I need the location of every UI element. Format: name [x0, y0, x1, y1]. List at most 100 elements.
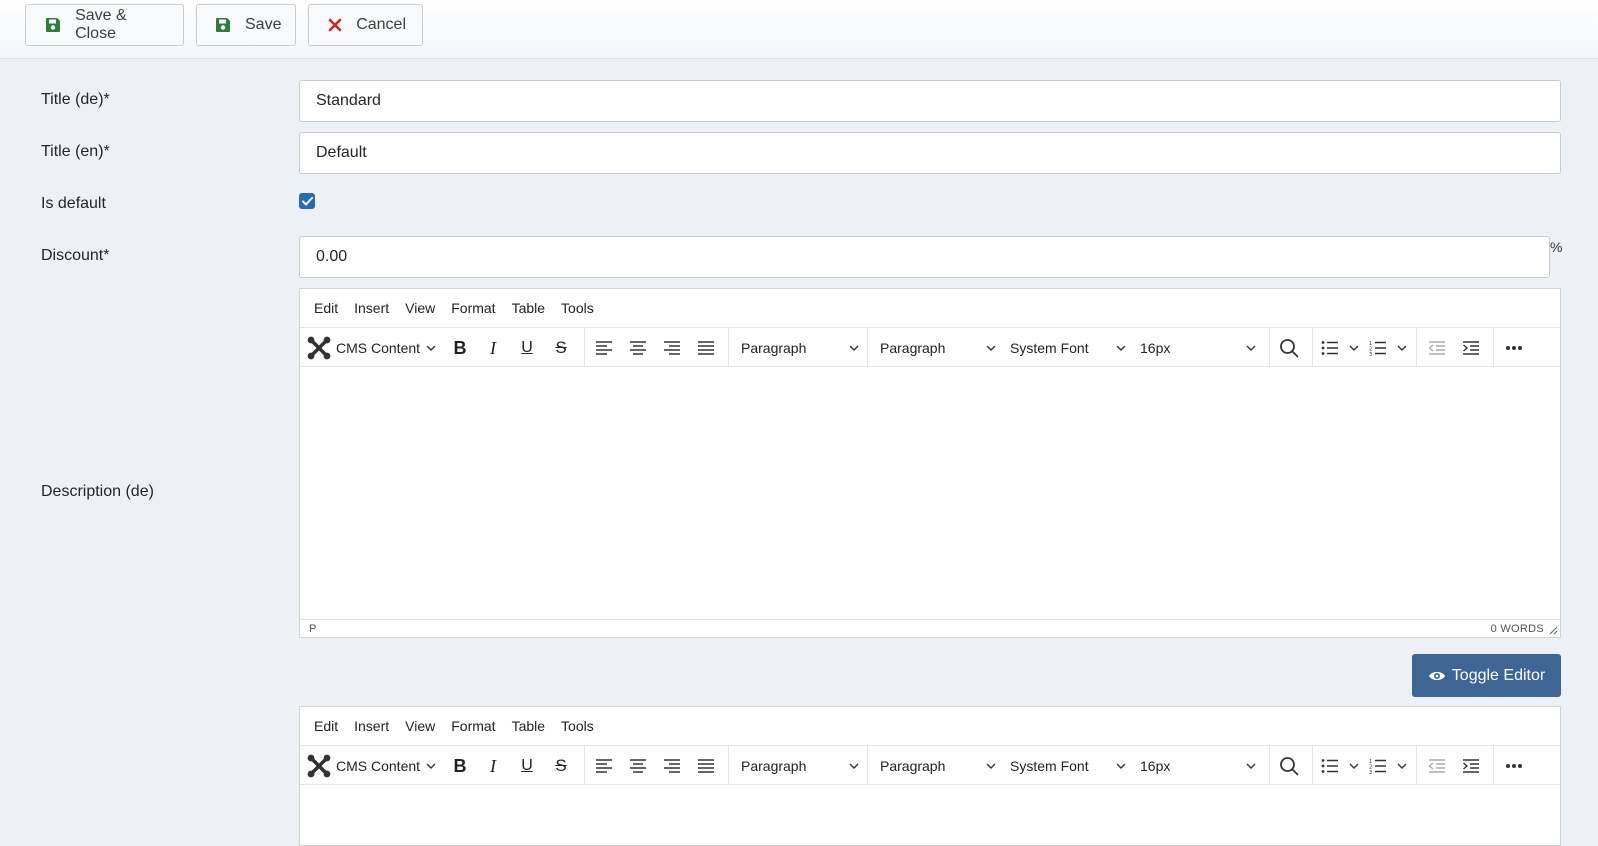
align-center-button[interactable]	[625, 335, 651, 361]
menu-insert[interactable]: Insert	[354, 300, 389, 316]
cms-content-dropdown[interactable]: CMS Content	[306, 746, 438, 785]
element-path[interactable]: P	[309, 623, 316, 635]
align-justify-icon	[698, 759, 714, 773]
font-size-dropdown[interactable]: 16px	[1140, 328, 1258, 367]
cancel-button[interactable]: Cancel	[308, 4, 423, 46]
chevron-down-icon	[1397, 345, 1407, 351]
outdent-button[interactable]	[1424, 335, 1450, 361]
outdent-icon	[1428, 759, 1445, 773]
italic-icon: I	[490, 337, 496, 358]
indent-icon	[1463, 759, 1479, 773]
chevron-down-icon	[986, 763, 996, 769]
bullet-list-button[interactable]	[1321, 746, 1361, 785]
underline-icon: U	[521, 757, 533, 774]
menu-edit[interactable]: Edit	[314, 300, 338, 316]
more-horizontal-icon	[1506, 346, 1522, 350]
description-de-label: Description (de)	[41, 483, 154, 500]
align-right-button[interactable]	[659, 753, 685, 779]
bold-icon: B	[453, 755, 467, 776]
chevron-down-icon	[986, 345, 996, 351]
numbered-list-button[interactable]: 123	[1369, 328, 1409, 367]
editor-menubar: Edit Insert View Format Table Tools	[300, 289, 1560, 328]
discount-input[interactable]: 0.00	[299, 236, 1550, 278]
align-right-button[interactable]	[659, 335, 685, 361]
description-en-editor: Edit Insert View Format Table Tools CMS …	[299, 706, 1561, 846]
title-en-input[interactable]: Default	[299, 132, 1561, 174]
block-format-dropdown[interactable]: Paragraph	[741, 328, 861, 367]
menu-format[interactable]: Format	[451, 300, 495, 316]
font-family-value: System Font	[1010, 339, 1089, 356]
align-right-icon	[664, 759, 680, 773]
numbered-list-button[interactable]: 123	[1369, 746, 1409, 785]
floppy-disk-icon	[44, 16, 61, 34]
align-left-button[interactable]	[591, 753, 617, 779]
save-and-close-button[interactable]: Save & Close	[25, 4, 184, 46]
save-label: Save	[245, 16, 282, 33]
outdent-button[interactable]	[1424, 753, 1450, 779]
justify-button[interactable]	[693, 753, 719, 779]
underline-button[interactable]: U	[514, 753, 540, 779]
align-center-button[interactable]	[625, 753, 651, 779]
block-format-value: Paragraph	[741, 757, 807, 774]
block-format-value: Paragraph	[741, 339, 807, 356]
block-format-dropdown[interactable]: Paragraph	[741, 746, 861, 785]
indent-button[interactable]	[1458, 335, 1484, 361]
menu-tools[interactable]: Tools	[561, 718, 594, 734]
svg-text:3: 3	[1369, 770, 1372, 774]
discount-label: Discount*	[41, 247, 110, 264]
align-left-button[interactable]	[591, 335, 617, 361]
bullet-list-button[interactable]	[1321, 328, 1361, 367]
resize-handle-icon[interactable]	[1548, 625, 1558, 635]
joomla-logo-icon	[307, 754, 331, 777]
cms-content-label: CMS Content	[336, 757, 421, 774]
menu-table[interactable]: Table	[512, 300, 545, 316]
indent-button[interactable]	[1458, 753, 1484, 779]
title-de-input[interactable]: Standard	[299, 80, 1561, 122]
search-replace-button[interactable]	[1276, 335, 1302, 361]
menu-edit[interactable]: Edit	[314, 718, 338, 734]
format-dropdown[interactable]: Paragraph	[880, 328, 998, 367]
is-default-checkbox[interactable]	[299, 193, 315, 209]
strikethrough-button[interactable]: S	[548, 335, 574, 361]
font-family-dropdown[interactable]: System Font	[1010, 328, 1128, 367]
close-x-icon	[327, 16, 342, 34]
bold-button[interactable]: B	[447, 335, 473, 361]
bold-button[interactable]: B	[447, 753, 473, 779]
strikethrough-button[interactable]: S	[548, 753, 574, 779]
italic-button[interactable]: I	[480, 335, 506, 361]
save-button[interactable]: Save	[196, 4, 296, 46]
bullet-list-icon	[1321, 340, 1338, 355]
numbered-list-icon: 123	[1369, 759, 1386, 774]
editor-content-area[interactable]	[300, 367, 1560, 619]
toggle-editor-button[interactable]: Toggle Editor	[1412, 654, 1561, 697]
menu-table[interactable]: Table	[512, 718, 545, 734]
numbered-list-icon: 123	[1369, 341, 1386, 356]
outdent-icon	[1428, 341, 1445, 355]
font-size-value: 16px	[1140, 339, 1171, 356]
search-icon	[1280, 757, 1299, 776]
font-size-dropdown[interactable]: 16px	[1140, 746, 1258, 785]
chevron-down-icon	[1116, 763, 1126, 769]
underline-button[interactable]: U	[514, 335, 540, 361]
align-left-icon	[596, 759, 612, 773]
cms-content-dropdown[interactable]: CMS Content	[306, 328, 438, 367]
menu-view[interactable]: View	[405, 718, 435, 734]
italic-button[interactable]: I	[480, 753, 506, 779]
format-dropdown[interactable]: Paragraph	[880, 746, 998, 785]
more-options-button[interactable]	[1501, 753, 1527, 779]
menu-tools[interactable]: Tools	[561, 300, 594, 316]
font-size-value: 16px	[1140, 757, 1171, 774]
menu-view[interactable]: View	[405, 300, 435, 316]
justify-button[interactable]	[693, 335, 719, 361]
search-replace-button[interactable]	[1276, 753, 1302, 779]
eye-icon	[1428, 670, 1446, 682]
menu-insert[interactable]: Insert	[354, 718, 389, 734]
more-options-button[interactable]	[1501, 335, 1527, 361]
font-family-dropdown[interactable]: System Font	[1010, 746, 1128, 785]
more-horizontal-icon	[1506, 764, 1522, 768]
font-family-value: System Font	[1010, 757, 1089, 774]
editor-content-area[interactable]	[300, 785, 1560, 845]
menu-format[interactable]: Format	[451, 718, 495, 734]
chevron-down-icon	[1246, 763, 1256, 769]
joomla-logo-icon	[307, 336, 331, 359]
